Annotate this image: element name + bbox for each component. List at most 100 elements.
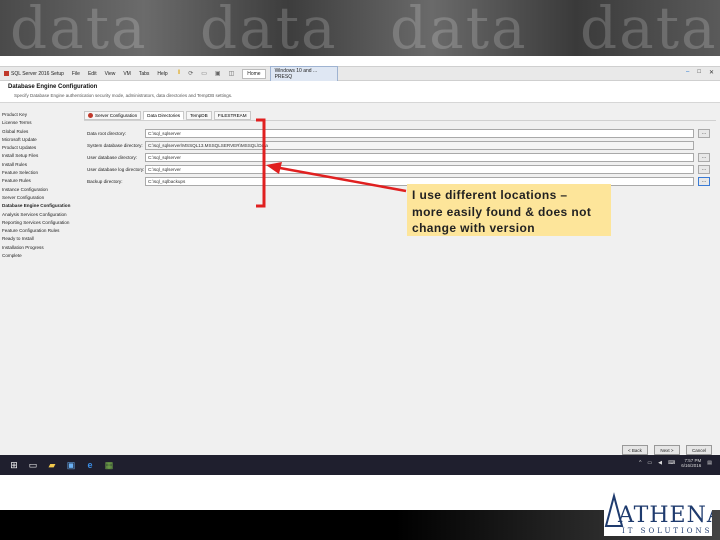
field-label: Backup directory:: [87, 178, 123, 184]
menu-help[interactable]: Help: [157, 71, 167, 77]
banner-word: data: [10, 0, 148, 56]
tab-data-directories[interactable]: Data Directories: [143, 111, 185, 120]
athena-logo: ATHENA IT SOLUTIONS: [604, 482, 712, 536]
banner-word: data: [580, 0, 718, 56]
wizard-buttons: < Back Next > Cancel: [622, 445, 712, 455]
windows-start-icon[interactable]: ⊞: [9, 460, 19, 470]
nav-item-database-engine-configuration[interactable]: Database Engine Configuration: [2, 202, 80, 210]
nav-item-product-key[interactable]: Product Key: [2, 111, 80, 119]
vm-titlebar: SQL Server 2016 Setup File Edit View VM …: [0, 65, 720, 82]
nav-item-feature-configuration-rules[interactable]: Feature Configuration Rules: [2, 227, 80, 235]
annotation-line: I use different locations –: [412, 188, 568, 202]
keyboard-icon[interactable]: ⌨: [668, 460, 675, 466]
nav-item-global-rules[interactable]: Global Rules: [2, 128, 80, 136]
browse-button[interactable]: …: [698, 176, 710, 186]
field-label: System database directory:: [87, 142, 143, 148]
nav-item-feature-rules[interactable]: Feature Rules: [2, 177, 80, 185]
tab-server-configuration[interactable]: Server Configuration: [84, 111, 142, 120]
clock-date: 6/16/2016: [681, 463, 702, 468]
system-tray: ^ ▭ ◀ ⌨ 7:57 PM 6/16/2016 ▤: [639, 458, 712, 468]
menu-vm[interactable]: VM: [123, 71, 131, 77]
nav-item-complete[interactable]: Complete: [2, 252, 80, 260]
window-controls: – □ ✕: [686, 69, 714, 76]
nav-item-instance-configuration[interactable]: Instance Configuration: [2, 186, 80, 194]
tab-filestream[interactable]: FILESTREAM: [213, 111, 251, 120]
tab-label: FILESTREAM: [217, 113, 247, 118]
config-tabs: Server Configuration Data Directories Te…: [84, 111, 251, 120]
edge-icon[interactable]: e: [85, 460, 95, 470]
volume-icon[interactable]: ◀: [658, 460, 662, 466]
logo-name: ATHENA: [617, 503, 712, 528]
setup-screenshot: SQL Server 2016 Setup File Edit View VM …: [0, 65, 720, 474]
nav-item-product-updates[interactable]: Product Updates: [2, 144, 80, 152]
field-row-data-root: Data root directory: C:\sql_sqlserver …: [87, 128, 713, 138]
nav-item-server-configuration[interactable]: Server Configuration: [2, 194, 80, 202]
annotation-line: change with version: [412, 221, 535, 235]
field-row-system-db: System database directory: C:\sql_sqlser…: [87, 140, 713, 150]
next-button[interactable]: Next >: [654, 445, 680, 455]
nav-item-install-rules[interactable]: Install Rules: [2, 161, 80, 169]
close-icon[interactable]: ✕: [709, 69, 714, 76]
app-title-text: SQL Server 2016 Setup: [11, 70, 64, 77]
network-icon[interactable]: ▭: [647, 460, 652, 466]
nav-item-reporting-services-configuration[interactable]: Reporting Services Configuration: [2, 219, 80, 227]
field-row-user-db: User database directory: C:\sql_sqlserve…: [87, 152, 713, 162]
app-title: SQL Server 2016 Setup: [0, 71, 68, 77]
field-label: User database directory:: [87, 154, 138, 160]
nav-item-license-terms[interactable]: License Terms: [2, 119, 80, 127]
menu-bar: File Edit View VM Tabs Help: [72, 71, 168, 77]
menu-view[interactable]: View: [105, 71, 116, 77]
minimize-icon[interactable]: –: [686, 69, 689, 76]
menu-file[interactable]: File: [72, 71, 80, 77]
data-root-input[interactable]: C:\sql_sqlserver: [145, 128, 694, 138]
notifications-icon[interactable]: ▤: [707, 460, 712, 466]
nav-item-installation-progress[interactable]: Installation Progress: [2, 244, 80, 252]
shield-icon: [88, 113, 93, 118]
user-db-input[interactable]: C:\sql_sqlserver: [145, 152, 694, 162]
nav-item-install-setup-files[interactable]: Install Setup Files: [2, 152, 80, 160]
fullscreen-icon[interactable]: ▣: [215, 70, 221, 77]
store-icon[interactable]: ▣: [66, 460, 76, 470]
refresh-icon[interactable]: ⟳: [188, 70, 193, 77]
setup-app-icon[interactable]: ▦: [104, 460, 114, 470]
tab-tempdb[interactable]: TempDB: [186, 111, 212, 120]
system-db-input: C:\sql_sqlserver\MSSQL13.MSSQLSERVER\MSS…: [145, 140, 694, 150]
cancel-button[interactable]: Cancel: [686, 445, 712, 455]
task-view-icon[interactable]: ▭: [28, 460, 38, 470]
chevron-up-icon[interactable]: ^: [639, 460, 641, 466]
field-label: Data root directory:: [87, 130, 127, 136]
back-button[interactable]: < Back: [622, 445, 648, 455]
maximize-icon[interactable]: □: [697, 69, 701, 76]
data-directories-panel: Data root directory: C:\sql_sqlserver … …: [84, 120, 716, 440]
field-row-user-log: User database log directory: C:\sql_sqls…: [87, 164, 713, 174]
app-icon: [4, 71, 9, 76]
tab-vm[interactable]: Windows 10 and ... PRESQ: [269, 65, 338, 82]
browse-button[interactable]: …: [698, 128, 710, 138]
menu-edit[interactable]: Edit: [88, 71, 97, 77]
tab-label: Data Directories: [147, 113, 181, 118]
page-header: Database Engine Configuration Specify Da…: [0, 81, 720, 103]
annotation-line: more easily found & does not: [412, 204, 592, 219]
page-subtitle: Specify Database Engine authentication s…: [14, 93, 233, 98]
field-label: User database log directory:: [87, 166, 145, 172]
browse-button[interactable]: …: [698, 152, 710, 162]
tab-label: TempDB: [190, 113, 208, 118]
nav-item-analysis-services-configuration[interactable]: Analysis Services Configuration: [2, 211, 80, 219]
window-icon[interactable]: ◫: [229, 70, 235, 77]
taskbar-clock[interactable]: 7:57 PM 6/16/2016: [681, 458, 701, 468]
banner-word: data: [200, 0, 338, 56]
field-row-backup: Backup directory: C:\sql_sqlbackups …: [87, 176, 713, 186]
windows-taskbar: ⊞ ▭ ▰ ▣ e ▦ ^ ▭ ◀ ⌨ 7:57 PM 6/16/2016 ▤: [0, 455, 720, 475]
browse-button[interactable]: …: [698, 164, 710, 174]
nav-item-feature-selection[interactable]: Feature Selection: [2, 169, 80, 177]
nav-item-ready-to-install[interactable]: Ready to Install: [2, 235, 80, 243]
pause-icon[interactable]: ‖: [178, 70, 180, 77]
logo-tagline: IT SOLUTIONS: [622, 527, 712, 535]
nav-item-microsoft-update[interactable]: Microsoft Update: [2, 136, 80, 144]
user-log-input[interactable]: C:\sql_sqlserver: [145, 164, 694, 174]
screen-icon[interactable]: ▭: [201, 70, 207, 77]
explorer-icon[interactable]: ▰: [47, 460, 57, 470]
tab-home[interactable]: Home: [242, 68, 266, 79]
setup-nav: Product Key License Terms Global Rules M…: [2, 111, 80, 260]
menu-tabs[interactable]: Tabs: [139, 71, 150, 77]
